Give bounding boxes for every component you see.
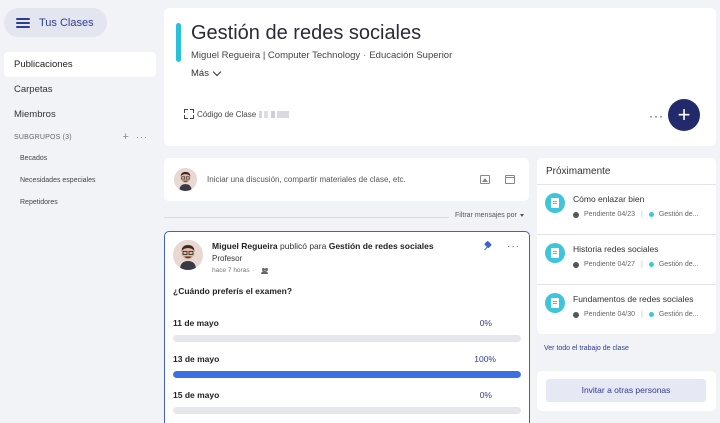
upcoming-panel: Próximamente Cómo enlazar bien Pendiente… (537, 158, 716, 334)
see-all-classwork-link[interactable]: Ver todo el trabajo de clase (544, 345, 629, 352)
post-author-role: Profesor (212, 254, 243, 263)
sidebar: Tus Clases Publicaciones Carpetas Miembr… (0, 0, 160, 423)
class-dot-icon (648, 212, 654, 217)
filter-divider (164, 217, 449, 218)
post-meta: hace 7 horas · (212, 267, 268, 274)
post-timestamp: hace 7 horas (212, 267, 250, 274)
upcoming-item-status: Pendiente 04/23 (584, 211, 635, 218)
post-more-icon[interactable]: ··· (507, 241, 520, 252)
post-action: publicó para (280, 241, 327, 251)
poll-option-percent: 0% (479, 390, 492, 400)
class-title: Gestión de redes sociales (191, 22, 422, 44)
poll-option-bar[interactable] (173, 407, 521, 414)
upcoming-item-meta: Pendiente 04/27 | Gestión de... (573, 261, 699, 268)
assignment-icon (545, 293, 565, 313)
invite-people-button[interactable]: Invitar a otras personas (546, 379, 706, 402)
poll-option-label[interactable]: 13 de mayo (173, 354, 219, 364)
sidebar-item-miembros[interactable]: Miembros (4, 102, 156, 127)
upcoming-item-class: Gestión de... (658, 211, 699, 218)
add-subgroup-icon[interactable]: + (122, 131, 129, 143)
poll-option-fill (173, 371, 521, 378)
class-code-value-obscured (259, 110, 290, 118)
more-info-toggle[interactable]: Más (191, 67, 222, 79)
upcoming-item-name: Fundamentos de redes sociales (573, 294, 694, 304)
upcoming-item-status: Pendiente 04/27 (584, 261, 635, 268)
upcoming-item[interactable]: Cómo enlazar bien Pendiente 04/23 | Gest… (537, 185, 716, 233)
subgroups-more-icon[interactable]: ··· (136, 132, 148, 142)
clock-icon (573, 261, 579, 268)
poll-question: ¿Cuándo preferís el examen? (173, 286, 293, 296)
poll-option-label[interactable]: 15 de mayo (173, 390, 219, 400)
upcoming-item[interactable]: Historia redes sociales Pendiente 04/27 … (537, 235, 716, 283)
upcoming-item-name: Cómo enlazar bien (573, 194, 645, 204)
pin-icon[interactable] (484, 242, 492, 250)
more-info-label: Más (191, 68, 209, 79)
sidebar-item-publicaciones[interactable]: Publicaciones (4, 52, 156, 77)
class-accent-bar (176, 23, 181, 62)
poll-post: Miguel Regueira publicó para Gestión de … (164, 231, 530, 423)
class-code-label: Código de Clase (197, 109, 257, 119)
add-button[interactable]: + (668, 99, 700, 131)
assignment-icon (545, 243, 565, 263)
assignment-icon (545, 193, 565, 213)
discussion-input[interactable]: Iniciar una discusión, compartir materia… (207, 175, 467, 184)
post-composer: Iniciar una discusión, compartir materia… (164, 158, 529, 201)
class-level: Educación Superior (369, 50, 453, 61)
tus-clases-label: Tus Clases (39, 16, 94, 29)
class-subtitle: Miguel Regueira | Computer Technology · Ed… (191, 50, 453, 61)
upcoming-item-name: Historia redes sociales (573, 244, 659, 254)
upcoming-item-meta: Pendiente 04/30 | Gestión de... (573, 311, 699, 318)
poll-option-bar[interactable] (173, 371, 521, 378)
subgroup-repetidores[interactable]: Repetidores (20, 199, 58, 206)
upcoming-item-class: Gestión de... (658, 311, 699, 318)
sidebar-nav: Publicaciones Carpetas Miembros (4, 52, 156, 127)
poll-option-label[interactable]: 11 de mayo (173, 318, 219, 328)
chevron-down-icon (212, 67, 222, 76)
scan-code-icon (184, 109, 194, 119)
subgroup-becados[interactable]: Becados (20, 155, 47, 162)
sidebar-item-carpetas[interactable]: Carpetas (4, 77, 156, 102)
menu-icon (16, 17, 30, 28)
subgroup-necesidades-especiales[interactable]: Necesidades especiales (20, 177, 96, 184)
class-dot-icon (648, 312, 654, 317)
poll-option-bar[interactable] (173, 335, 521, 342)
avatar (174, 168, 197, 191)
subgroups-header: SUBGRUPOS (3) + ··· (14, 131, 148, 143)
poll-option-percent: 0% (479, 318, 492, 328)
upcoming-title: Próximamente (546, 166, 611, 177)
invite-card: Invitar a otras personas (537, 371, 716, 411)
tus-clases-button[interactable]: Tus Clases (4, 8, 107, 37)
class-dot-icon (648, 262, 654, 267)
upcoming-item-meta: Pendiente 04/23 | Gestión de... (573, 211, 699, 218)
image-icon[interactable] (480, 175, 490, 184)
poll-option-percent: 100% (474, 354, 496, 364)
upcoming-item-class: Gestión de... (658, 261, 699, 268)
class-header-card: Gestión de redes sociales Miguel Regueir… (164, 8, 716, 146)
header-more-icon[interactable]: ··· (649, 109, 664, 123)
upcoming-item-status: Pendiente 04/30 (584, 311, 635, 318)
upcoming-item[interactable]: Fundamentos de redes sociales Pendiente … (537, 285, 716, 333)
post-target[interactable]: Gestión de redes sociales (329, 241, 434, 251)
class-code[interactable]: Código de Clase (184, 109, 290, 119)
filter-dropdown[interactable]: Filtrar mensajes por (455, 212, 524, 219)
people-icon (260, 267, 268, 274)
clock-icon (573, 311, 579, 318)
clock-icon (573, 211, 579, 218)
caret-down-icon (519, 214, 524, 217)
class-teacher: Miguel Regueira | Computer Technology (191, 50, 361, 61)
subgroups-title: SUBGRUPOS (3) (14, 133, 72, 141)
archive-icon[interactable] (505, 175, 515, 184)
post-header-line: Miguel Regueira publicó para Gestión de … (212, 241, 434, 251)
avatar (173, 240, 203, 270)
filter-label: Filtrar mensajes por (455, 212, 517, 219)
post-author[interactable]: Miguel Regueira (212, 241, 278, 251)
